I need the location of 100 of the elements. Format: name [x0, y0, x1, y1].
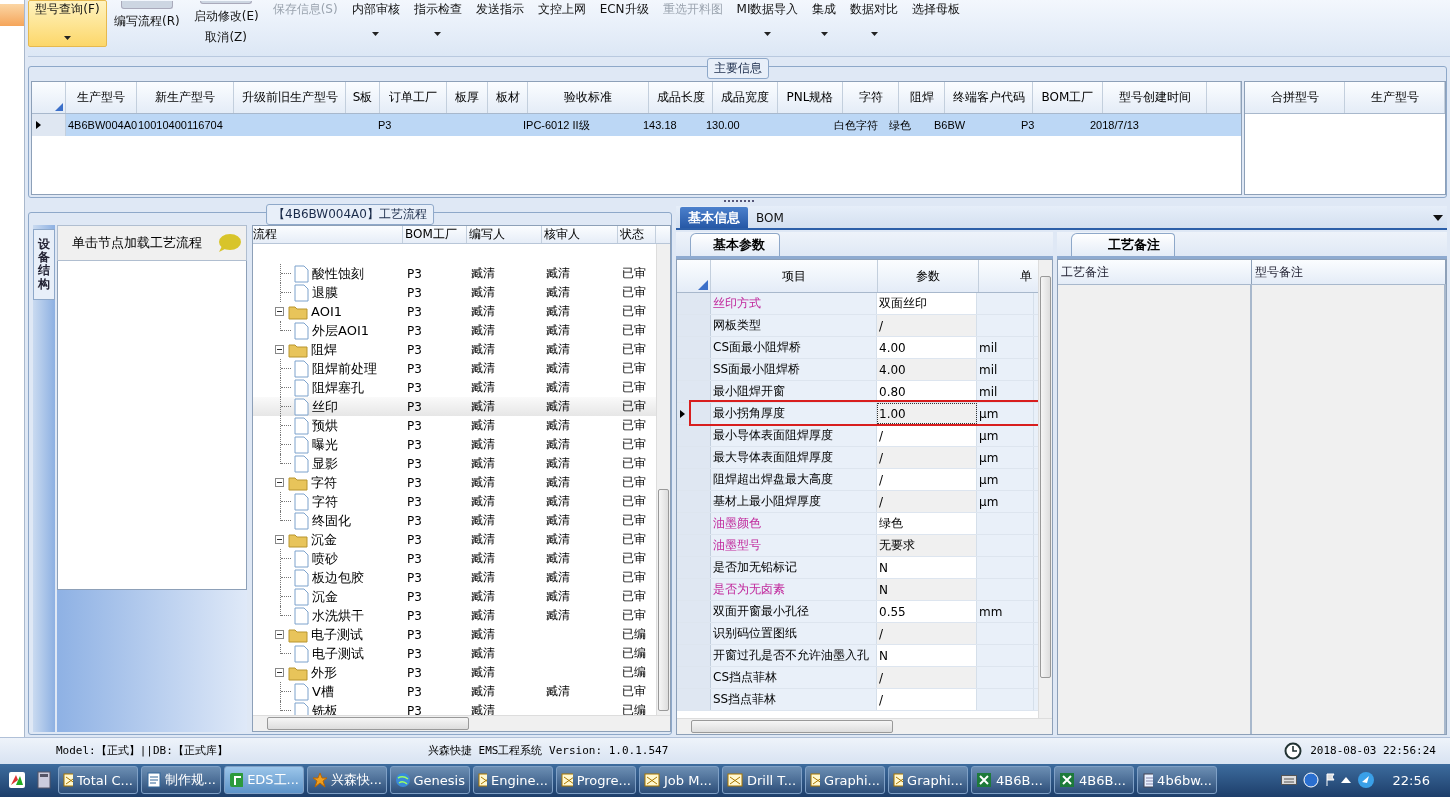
toolbar-button[interactable]: 内部审核 — [344, 0, 407, 47]
taskbar-button[interactable]: 4b6bw... — [1137, 766, 1217, 795]
side-tab[interactable]: 设备结构 — [33, 229, 55, 300]
tree-row[interactable]: 电子测试 P3 臧清 已编 — [253, 625, 656, 644]
tree-row[interactable]: 阻焊 P3 臧清 臧清 已审 — [253, 340, 656, 359]
help-icon[interactable] — [1302, 772, 1319, 789]
table-row[interactable]: 最小导体表面阻焊厚度 / μm — [677, 425, 1038, 447]
column-header[interactable]: 成品宽度 — [713, 82, 778, 113]
tree-row[interactable]: 阻焊前处理 P3 臧清 臧清 已审 — [253, 359, 656, 378]
table-row[interactable]: 是否为无卤素 N — [677, 579, 1038, 601]
taskbar-button[interactable]: Total C... — [58, 766, 138, 795]
tab[interactable]: 基本信息 — [680, 207, 748, 228]
tree-row[interactable]: 阻焊塞孔 P3 臧清 臧清 已审 — [253, 378, 656, 397]
table-row[interactable]: 丝印方式 双面丝印 — [677, 293, 1038, 315]
vertical-scrollbar[interactable] — [1038, 260, 1052, 718]
column-header[interactable]: 字符 — [843, 82, 899, 113]
column-header[interactable]: 生产型号 — [1345, 82, 1445, 113]
column-header[interactable]: BOM工厂 — [403, 226, 467, 243]
collapse-icon[interactable] — [275, 668, 284, 677]
toolbar-button[interactable]: 启动修改(E) 取消(Z) — [186, 0, 266, 47]
taskbar-button[interactable]: Job M... — [639, 766, 719, 795]
taskbar-button[interactable]: Graphi... — [888, 766, 968, 795]
table-row[interactable]: 基材上最小阻焊厚度 / μm — [677, 491, 1038, 513]
table-row[interactable]: 最大导体表面阻焊厚度 / μm — [677, 447, 1038, 469]
table-row[interactable]: 是否加无铅标记 N — [677, 557, 1038, 579]
tree-row[interactable]: 丝印 P3 臧清 臧清 已审 — [253, 397, 656, 416]
column-header[interactable]: 参数 — [878, 260, 979, 292]
column-header[interactable]: 成品长度 — [649, 82, 713, 113]
column-header[interactable]: 合拼型号 — [1245, 82, 1345, 113]
taskbar-button[interactable]: 兴森快... — [307, 766, 387, 795]
horizontal-scrollbar[interactable] — [677, 718, 1052, 734]
tab[interactable]: BOM — [748, 207, 792, 228]
column-header[interactable]: 编写人 — [467, 226, 542, 243]
tree-row[interactable]: 水洗烘干 P3 臧清 臧清 已审 — [253, 606, 656, 625]
toolbar-button[interactable]: 编写流程(R) — [107, 0, 187, 47]
network-icon[interactable] — [1356, 771, 1375, 790]
taskbar-button[interactable]: Engine... — [473, 766, 553, 795]
table-row[interactable]: CS面最小阻焊桥 4.00 mil — [677, 337, 1038, 359]
column-header[interactable]: 单 — [979, 260, 1036, 292]
column-header[interactable]: 新生产型号 — [137, 82, 234, 113]
taskbar-button[interactable]: 4B6B... — [1054, 766, 1134, 795]
toolbar-button[interactable]: 数据对比 — [843, 0, 906, 47]
collapse-icon[interactable] — [275, 345, 284, 354]
collapse-icon[interactable] — [275, 630, 284, 639]
table-row[interactable]: 4B6BW004A010010400116704 P3 IPC-6012 II级 143.18 130.00 白色字符 绿色 B6BW P3 2018/7/13 — [32, 114, 1241, 136]
horizontal-scrollbar[interactable] — [253, 715, 670, 731]
calculator-icon[interactable] — [37, 771, 51, 790]
table-row[interactable]: 开窗过孔是否不允许油墨入孔 N — [677, 645, 1038, 667]
tree-row[interactable]: 显影 P3 臧清 臧清 已审 — [253, 454, 656, 473]
column-header[interactable]: 型号备注 — [1252, 260, 1446, 284]
table-row[interactable]: 最小拐角厚度 1.00 μm — [677, 403, 1038, 425]
table-row[interactable]: 双面开窗最小孔径 0.55 mm — [677, 601, 1038, 623]
toolbar-button[interactable]: 选择母板 — [905, 0, 968, 47]
tree-row[interactable]: 酸性蚀刻 P3 臧清 臧清 已审 — [253, 264, 656, 283]
app-icon[interactable] — [8, 771, 26, 790]
toolbar-button[interactable]: 指示检查 — [406, 0, 469, 47]
table-row[interactable]: 油墨颜色 绿色 — [677, 513, 1038, 535]
taskbar-button[interactable]: 制作规... — [141, 766, 221, 795]
tray-arrow-icon[interactable] — [1340, 777, 1351, 784]
tree-row[interactable]: 字符 P3 臧清 臧清 已审 — [253, 473, 656, 492]
tree-row[interactable]: 沉金 P3 臧清 臧清 已审 — [253, 587, 656, 606]
tab[interactable]: 工艺备注 — [1071, 233, 1175, 256]
keyboard-icon[interactable] — [1280, 774, 1297, 787]
column-header[interactable]: S板 — [346, 82, 380, 113]
column-header[interactable]: 工艺备注 — [1058, 260, 1252, 284]
column-header[interactable]: 验收标准 — [528, 82, 649, 113]
collapse-icon[interactable] — [275, 307, 284, 316]
column-header[interactable]: 订单工厂 — [380, 82, 447, 113]
tree-row[interactable]: 退膜 P3 臧清 臧清 已审 — [253, 283, 656, 302]
taskbar-button[interactable]: Graphi... — [805, 766, 885, 795]
toolbar-button[interactable]: 集成 — [805, 0, 844, 47]
taskbar-button[interactable]: 4B6B... — [971, 766, 1051, 795]
tree-row[interactable]: AOI1 P3 臧清 臧清 已审 — [253, 302, 656, 321]
table-row[interactable]: 网板类型 / — [677, 315, 1038, 337]
column-header[interactable]: PNL规格 — [778, 82, 843, 113]
tree-row[interactable]: 终固化 P3 臧清 臧清 已审 — [253, 511, 656, 530]
taskbar-button[interactable]: Progre... — [556, 766, 636, 795]
table-row[interactable]: 识别码位置图纸 / — [677, 623, 1038, 645]
tree-row[interactable]: 字符 P3 臧清 臧清 已审 — [253, 492, 656, 511]
dropdown-icon[interactable] — [1433, 215, 1443, 221]
tree-row[interactable]: 外形 P3 臧清 已编 — [253, 663, 656, 682]
flag-icon[interactable] — [1324, 773, 1335, 788]
column-header[interactable]: 流程 — [253, 226, 403, 243]
tree-row[interactable]: 外层AOI1 P3 臧清 臧清 已审 — [253, 321, 656, 340]
tree-row[interactable]: 喷砂 P3 臧清 臧清 已审 — [253, 549, 656, 568]
column-header[interactable]: 板材 — [488, 82, 528, 113]
collapse-icon[interactable] — [275, 535, 284, 544]
tree-row[interactable]: 预烘 P3 臧清 臧清 已审 — [253, 416, 656, 435]
table-row[interactable]: CS挡点菲林 / — [677, 667, 1038, 689]
tree-row[interactable]: V槽 P3 臧清 臧清 已审 — [253, 682, 656, 701]
column-header[interactable]: 升级前旧生产型号 — [234, 82, 346, 113]
column-header[interactable]: 型号创建时间 — [1103, 82, 1207, 113]
column-header[interactable]: 项目 — [711, 260, 878, 292]
taskbar-button[interactable]: Genesis — [390, 766, 470, 795]
column-header[interactable]: 状态 — [618, 226, 656, 243]
table-row[interactable]: 最小阻焊开窗 0.80 mil — [677, 381, 1038, 403]
column-header[interactable]: 阻焊 — [899, 82, 945, 113]
tab[interactable]: 基本参数 — [690, 233, 780, 256]
toolbar-button[interactable]: MI数据导入 — [729, 0, 806, 47]
column-header[interactable]: 终端客户代码 — [945, 82, 1033, 113]
